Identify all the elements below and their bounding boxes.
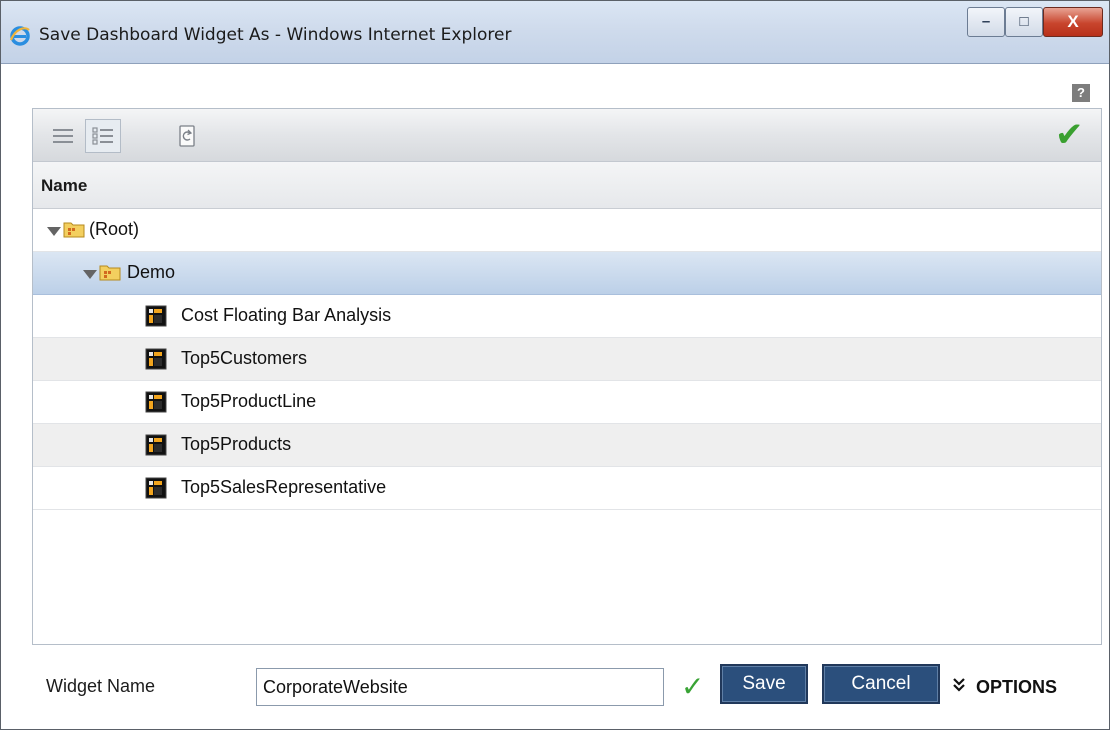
options-toggle[interactable]: OPTIONS: [976, 677, 1057, 698]
widget-label: Cost Floating Bar Analysis: [181, 305, 392, 325]
help-icon[interactable]: ?: [1072, 84, 1090, 102]
maximize-button[interactable]: □: [1005, 7, 1043, 37]
detail-view-button[interactable]: [85, 119, 121, 153]
tree-row-widget[interactable]: Top5Products: [33, 424, 1101, 467]
dashboard-widget-icon: [145, 391, 167, 413]
double-chevron-down-icon: [953, 678, 965, 692]
cancel-button[interactable]: Cancel: [822, 664, 940, 704]
valid-check-icon: ✓: [681, 671, 705, 702]
tree-row-widget[interactable]: Top5ProductLine: [33, 381, 1101, 424]
folder-icon: [99, 265, 121, 281]
widget-label: Top5Customers: [181, 348, 308, 368]
folder-icon: [63, 222, 85, 238]
refresh-icon: [179, 125, 195, 147]
repository-tree-panel: ✔ Name (Root) Demo Cost Floating Bar Ana…: [32, 108, 1102, 645]
close-button[interactable]: X: [1043, 7, 1103, 37]
tree-toolbar: ✔: [33, 109, 1101, 162]
dashboard-widget-icon: [145, 434, 167, 456]
list-view-button[interactable]: [45, 119, 81, 153]
tree-row-widget[interactable]: Top5SalesRepresentative: [33, 467, 1101, 510]
widget-label: Top5Products: [181, 434, 292, 454]
tree-row-demo-folder[interactable]: Demo: [33, 252, 1101, 295]
save-button[interactable]: Save: [720, 664, 808, 704]
tree-row-widget[interactable]: Cost Floating Bar Analysis: [33, 295, 1101, 338]
window-title: Save Dashboard Widget As - Windows Inter…: [39, 25, 512, 45]
widget-label: Top5SalesRepresentative: [181, 477, 387, 497]
refresh-button[interactable]: [169, 119, 205, 153]
tree-row-widget[interactable]: Top5Customers: [33, 338, 1101, 381]
dashboard-widget-icon: [145, 348, 167, 370]
collapse-arrow-icon[interactable]: [47, 227, 61, 236]
collapse-arrow-icon[interactable]: [83, 270, 97, 279]
list-view-icon: [53, 129, 73, 143]
minimize-button[interactable]: –: [967, 7, 1005, 37]
maximize-icon: □: [1019, 13, 1029, 30]
tree-row-root[interactable]: (Root): [33, 209, 1101, 252]
widget-name-input[interactable]: [256, 668, 664, 706]
tree-root-label: (Root): [89, 219, 140, 239]
detail-view-icon: [92, 127, 113, 145]
minimize-icon: –: [981, 13, 991, 30]
close-icon: X: [1067, 12, 1079, 31]
dashboard-widget-icon: [145, 477, 167, 499]
dashboard-widget-icon: [145, 305, 167, 327]
widget-name-label: Widget Name: [46, 676, 156, 696]
chevron-down-icon[interactable]: [952, 676, 966, 699]
name-column-label: Name: [41, 176, 88, 195]
title-bar[interactable]: Save Dashboard Widget As - Windows Inter…: [1, 1, 1109, 64]
tree-folder-label: Demo: [127, 262, 176, 282]
internet-explorer-icon: [9, 26, 30, 46]
name-column-header[interactable]: Name: [33, 162, 1101, 209]
checkmark-icon[interactable]: ✔: [1055, 117, 1084, 153]
widget-label: Top5ProductLine: [181, 391, 317, 411]
